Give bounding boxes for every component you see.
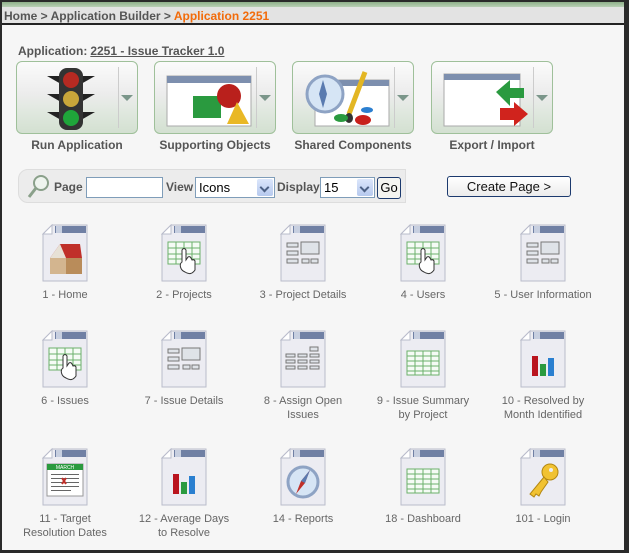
page-item[interactable]: 12 - Average Days to Resolve bbox=[124, 447, 244, 540]
breadcrumb-separator: > bbox=[160, 9, 174, 23]
page-label: Page bbox=[54, 180, 83, 194]
report-page-icon[interactable] bbox=[399, 447, 446, 506]
page-item-label[interactable]: 2 - Projects bbox=[124, 288, 244, 302]
form-page-icon[interactable] bbox=[279, 223, 326, 282]
report-hand-page-icon[interactable] bbox=[41, 329, 88, 388]
chart-page-icon[interactable] bbox=[519, 329, 566, 388]
svg-text:MARCH: MARCH bbox=[56, 465, 75, 471]
page-item-label[interactable]: 14 - Reports bbox=[243, 512, 363, 526]
tabular-form-page-icon[interactable] bbox=[279, 329, 326, 388]
view-select-value: Icons bbox=[199, 180, 231, 195]
report-page-icon[interactable] bbox=[399, 329, 446, 388]
page-item[interactable]: 3 - Project Details bbox=[243, 223, 363, 302]
home-page-icon[interactable] bbox=[41, 223, 88, 282]
dropdown-arrow-icon[interactable] bbox=[259, 95, 271, 101]
page-item-label[interactable]: 101 - Login bbox=[483, 512, 603, 526]
page-search-bar: Page View Icons Display 15 Go bbox=[18, 169, 406, 203]
application-link[interactable]: 2251 - Issue Tracker 1.0 bbox=[90, 44, 224, 58]
dropdown-arrow-icon[interactable] bbox=[121, 95, 133, 101]
compass-brush-icon bbox=[305, 71, 390, 127]
page-item[interactable]: 2 - Projects bbox=[124, 223, 244, 302]
page-item-label[interactable]: 4 - Users bbox=[363, 288, 483, 302]
breadcrumb: Home > Application Builder > Application… bbox=[2, 7, 624, 25]
run-application-label: Run Application bbox=[31, 138, 123, 152]
application-line: Application: 2251 - Issue Tracker 1.0 bbox=[18, 44, 224, 58]
form-page-icon[interactable] bbox=[160, 329, 207, 388]
breadcrumb-home[interactable]: Home bbox=[4, 9, 37, 23]
page-item[interactable]: 5 - User Information bbox=[483, 223, 603, 302]
report-hand-page-icon[interactable] bbox=[399, 223, 446, 282]
shared-components-label: Shared Components bbox=[294, 138, 412, 152]
export-import-label: Export / Import bbox=[449, 138, 535, 152]
page-item-label[interactable]: 6 - Issues bbox=[5, 394, 125, 408]
page-item-label[interactable]: 8 - Assign Open Issues bbox=[253, 394, 353, 422]
page-item[interactable]: 8 - Assign Open Issues bbox=[243, 329, 363, 422]
traffic-light-icon bbox=[47, 68, 95, 130]
supporting-objects-button[interactable] bbox=[154, 61, 276, 134]
page-item-label[interactable]: 11 - Target Resolution Dates bbox=[15, 512, 115, 540]
chevron-down-icon bbox=[257, 179, 273, 196]
page-item[interactable]: 14 - Reports bbox=[243, 447, 363, 526]
export-import-button[interactable] bbox=[431, 61, 553, 134]
export-import-arrows-icon bbox=[443, 73, 528, 127]
page-item[interactable]: 4 - Users bbox=[363, 223, 483, 302]
dropdown-arrow-icon[interactable] bbox=[536, 95, 548, 101]
shared-components-button[interactable] bbox=[292, 61, 414, 134]
calendar-page-icon[interactable]: MARCH bbox=[41, 447, 88, 506]
compass-page-icon[interactable] bbox=[279, 447, 326, 506]
page-item[interactable]: 18 - Dashboard bbox=[363, 447, 483, 526]
chart-page-icon[interactable] bbox=[160, 447, 207, 506]
breadcrumb-current: Application 2251 bbox=[173, 9, 270, 23]
page-item-label[interactable]: 3 - Project Details bbox=[243, 288, 363, 302]
page-item-label[interactable]: 9 - Issue Summary by Project bbox=[373, 394, 473, 422]
page-item-label[interactable]: 18 - Dashboard bbox=[363, 512, 483, 526]
page-item-label[interactable]: 12 - Average Days to Resolve bbox=[134, 512, 234, 540]
page-item-label[interactable]: 10 - Resolved by Month Identified bbox=[493, 394, 593, 422]
dropdown-arrow-icon[interactable] bbox=[397, 95, 409, 101]
page-item-label[interactable]: 5 - User Information bbox=[483, 288, 603, 302]
page-item-label[interactable]: 7 - Issue Details bbox=[124, 394, 244, 408]
magnifier-icon bbox=[27, 175, 49, 198]
view-select[interactable]: Icons bbox=[195, 177, 275, 198]
breadcrumb-application-builder[interactable]: Application Builder bbox=[51, 9, 161, 23]
create-page-button[interactable]: Create Page > bbox=[447, 176, 571, 197]
supporting-objects-label: Supporting Objects bbox=[159, 138, 271, 152]
run-application-button[interactable] bbox=[16, 61, 138, 134]
view-label: View bbox=[166, 180, 194, 194]
display-select-value: 15 bbox=[324, 180, 339, 195]
breadcrumb-separator: > bbox=[37, 9, 51, 23]
page-item[interactable]: 1 - Home bbox=[5, 223, 125, 302]
split-divider bbox=[533, 67, 534, 128]
go-button[interactable]: Go bbox=[377, 177, 401, 199]
page-item[interactable]: MARCH 11 - Target Resolution Dates bbox=[5, 447, 125, 540]
split-divider bbox=[118, 67, 119, 128]
page-item[interactable]: 7 - Issue Details bbox=[124, 329, 244, 408]
display-label: Display bbox=[277, 180, 320, 194]
app-builder-window: Home > Application Builder > Application… bbox=[2, 2, 624, 550]
page-search-input[interactable] bbox=[86, 177, 163, 198]
page-item[interactable]: 9 - Issue Summary by Project bbox=[363, 329, 483, 422]
form-page-icon[interactable] bbox=[519, 223, 566, 282]
chevron-down-icon bbox=[357, 179, 373, 196]
shapes-icon bbox=[166, 75, 252, 127]
page-item[interactable]: 101 - Login bbox=[483, 447, 603, 526]
page-item[interactable]: 10 - Resolved by Month Identified bbox=[483, 329, 603, 422]
page-item[interactable]: 6 - Issues bbox=[5, 329, 125, 408]
display-select[interactable]: 15 bbox=[320, 177, 375, 198]
application-label: Application: bbox=[18, 44, 88, 58]
key-page-icon[interactable] bbox=[519, 447, 566, 506]
split-divider bbox=[394, 67, 395, 128]
split-divider bbox=[256, 67, 257, 128]
page-item-label[interactable]: 1 - Home bbox=[5, 288, 125, 302]
report-hand-page-icon[interactable] bbox=[160, 223, 207, 282]
